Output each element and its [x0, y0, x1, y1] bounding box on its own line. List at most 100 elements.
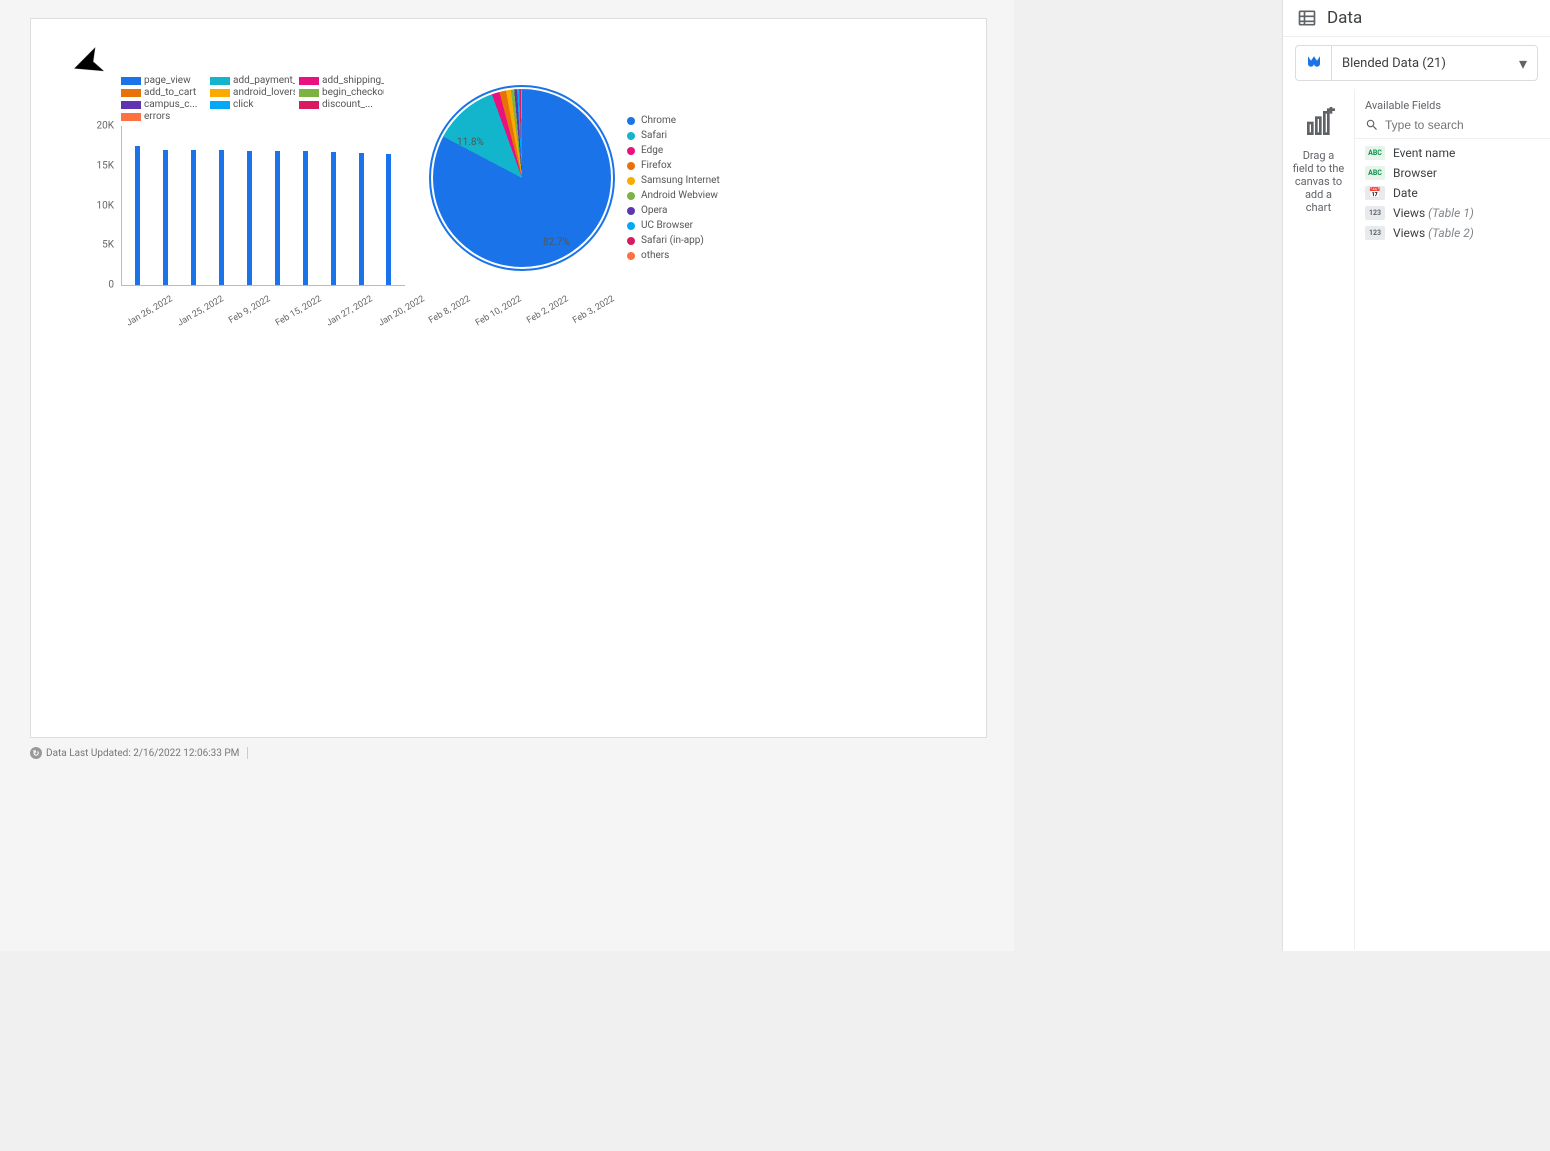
available-fields-header: Available Fields — [1355, 89, 1550, 118]
ytick-label: 15K — [96, 160, 114, 171]
legend-swatch — [627, 147, 635, 155]
ytick-label: 5K — [102, 240, 114, 251]
refresh-icon[interactable]: ↻ — [30, 747, 42, 759]
text-type-icon: ABC — [1365, 146, 1385, 160]
add-chart-dropzone[interactable]: Drag a field to the canvas to add a char… — [1283, 89, 1355, 950]
bar — [247, 151, 252, 285]
field-item[interactable]: 123 Views (Table 2) — [1355, 223, 1550, 243]
bar — [191, 150, 196, 285]
legend-label: Samsung Internet — [641, 175, 720, 186]
bar — [386, 154, 391, 285]
legend-label: add_to_cart — [144, 87, 196, 98]
legend-swatch — [210, 77, 230, 85]
legend-label: android_lovers — [233, 87, 295, 98]
xtick-label: Jan 25, 2022 — [176, 294, 226, 328]
pie-legend-item: Edge — [627, 145, 720, 156]
pie-chart[interactable]: 11.8% 82.7% ChromeSafariEdgeFirefoxSamsu… — [429, 85, 759, 325]
legend-swatch — [210, 89, 230, 97]
xtick-label: Feb 9, 2022 — [227, 294, 272, 326]
report-canvas[interactable]: ➤ page_viewadd_payment_...add_shipping_i… — [0, 0, 1014, 951]
legend-swatch — [121, 89, 141, 97]
ytick-label: 0 — [108, 280, 114, 291]
legend-label: Safari (in-app) — [641, 235, 704, 246]
field-item[interactable]: ABC Event name — [1355, 143, 1550, 163]
field-search[interactable] — [1355, 118, 1550, 139]
legend-label: Edge — [641, 145, 663, 156]
status-bar: ↻ Data Last Updated: 2/16/2022 12:06:33 … — [30, 743, 987, 763]
legend-swatch — [627, 177, 635, 185]
legend-swatch — [121, 77, 141, 85]
field-search-input[interactable] — [1385, 118, 1540, 132]
last-updated-text: Data Last Updated: 2/16/2022 12:06:33 PM — [46, 748, 239, 759]
legend-label: errors — [144, 111, 170, 122]
legend-swatch — [121, 101, 141, 109]
legend-swatch — [121, 113, 141, 121]
bar-chart-plot: 20K15K10K5K0 Jan 26, 2022Jan 25, 2022Feb… — [121, 126, 405, 286]
bar — [163, 150, 168, 285]
report-page[interactable]: ➤ page_viewadd_payment_...add_shipping_i… — [30, 18, 987, 738]
search-icon — [1365, 118, 1379, 132]
legend-swatch — [627, 192, 635, 200]
legend-swatch — [210, 101, 230, 109]
legend-label: click — [233, 99, 253, 110]
bar-legend-item: add_to_cart — [121, 87, 206, 98]
bar-chart-bars — [122, 126, 405, 285]
datasource-label: Blended Data (21) — [1332, 56, 1509, 71]
legend-label: Safari — [641, 130, 667, 141]
ytick-label: 10K — [96, 200, 114, 211]
blend-icon — [1296, 46, 1332, 80]
data-panel: Data Blended Data (21) ▾ Drag a field to… — [1282, 0, 1550, 951]
legend-swatch — [627, 117, 635, 125]
bar-legend-item: campus_c... — [121, 99, 206, 110]
bar-chart-yaxis: 20K15K10K5K0 — [82, 126, 118, 285]
legend-swatch — [299, 101, 319, 109]
bar — [219, 150, 224, 285]
pie-legend-item: Samsung Internet — [627, 175, 720, 186]
bar-chart-xaxis: Jan 26, 2022Jan 25, 2022Feb 9, 2022Feb 1… — [122, 285, 405, 295]
data-panel-header: Data — [1283, 0, 1550, 37]
field-label: Browser — [1393, 166, 1437, 180]
legend-swatch — [627, 162, 635, 170]
bar-legend-item: discount_... — [299, 99, 384, 110]
bar — [275, 151, 280, 285]
field-item[interactable]: 123Views (Table 1) — [1355, 203, 1550, 223]
field-label: Date — [1393, 186, 1418, 200]
bar-legend-item: page_view — [121, 75, 206, 86]
field-label: Event name — [1393, 146, 1455, 160]
legend-label: campus_c... — [144, 99, 197, 110]
chevron-down-icon: ▾ — [1509, 54, 1537, 73]
date-type-icon: 📅 — [1365, 186, 1385, 200]
legend-label: Opera — [641, 205, 667, 216]
bar-chart-legend: page_view add_payment_... add_shipping_i..… — [121, 75, 391, 122]
bar-legend-item: click — [210, 99, 295, 110]
field-label: Views (Table 2) — [1393, 226, 1474, 240]
pie-chart-legend: Chrome Safari Edge Firefox Samsung Internet A… — [627, 85, 720, 271]
legend-label: Chrome — [641, 115, 676, 126]
bar-legend-item: android_lovers — [210, 87, 295, 98]
legend-label: UC Browser — [641, 220, 693, 231]
bar-chart[interactable]: page_view add_payment_... add_shipping_i..… — [65, 75, 405, 335]
bar — [331, 152, 336, 285]
field-item[interactable]: 📅 Date — [1355, 183, 1550, 203]
pie-legend-item: Firefox — [627, 160, 720, 171]
legend-swatch — [299, 89, 319, 97]
legend-swatch — [627, 222, 635, 230]
field-item[interactable]: ABCBrowser — [1355, 163, 1550, 183]
number-type-icon: 123 — [1365, 206, 1385, 220]
bar — [135, 146, 140, 285]
legend-swatch — [299, 77, 319, 85]
add-chart-icon — [1303, 107, 1335, 139]
pie-legend-item: Android Webview — [627, 190, 720, 201]
xtick-label: Jan 26, 2022 — [125, 294, 175, 328]
fields-list: ABCEvent name ABCBrowser 📅Date 123Views … — [1355, 139, 1550, 247]
pie-legend-item: Safari — [627, 130, 720, 141]
xtick-label: Jan 20, 2022 — [377, 294, 427, 328]
bar-legend-item: add_shipping_i... — [299, 75, 384, 86]
legend-label: add_payment_... — [233, 75, 295, 86]
number-type-icon: 123 — [1365, 226, 1385, 240]
pie-legend-item: UC Browser — [627, 220, 720, 231]
legend-swatch — [627, 237, 635, 245]
datasource-selector[interactable]: Blended Data (21) ▾ — [1295, 45, 1538, 81]
pie-legend-item: Opera — [627, 205, 720, 216]
data-panel-title: Data — [1327, 8, 1362, 28]
